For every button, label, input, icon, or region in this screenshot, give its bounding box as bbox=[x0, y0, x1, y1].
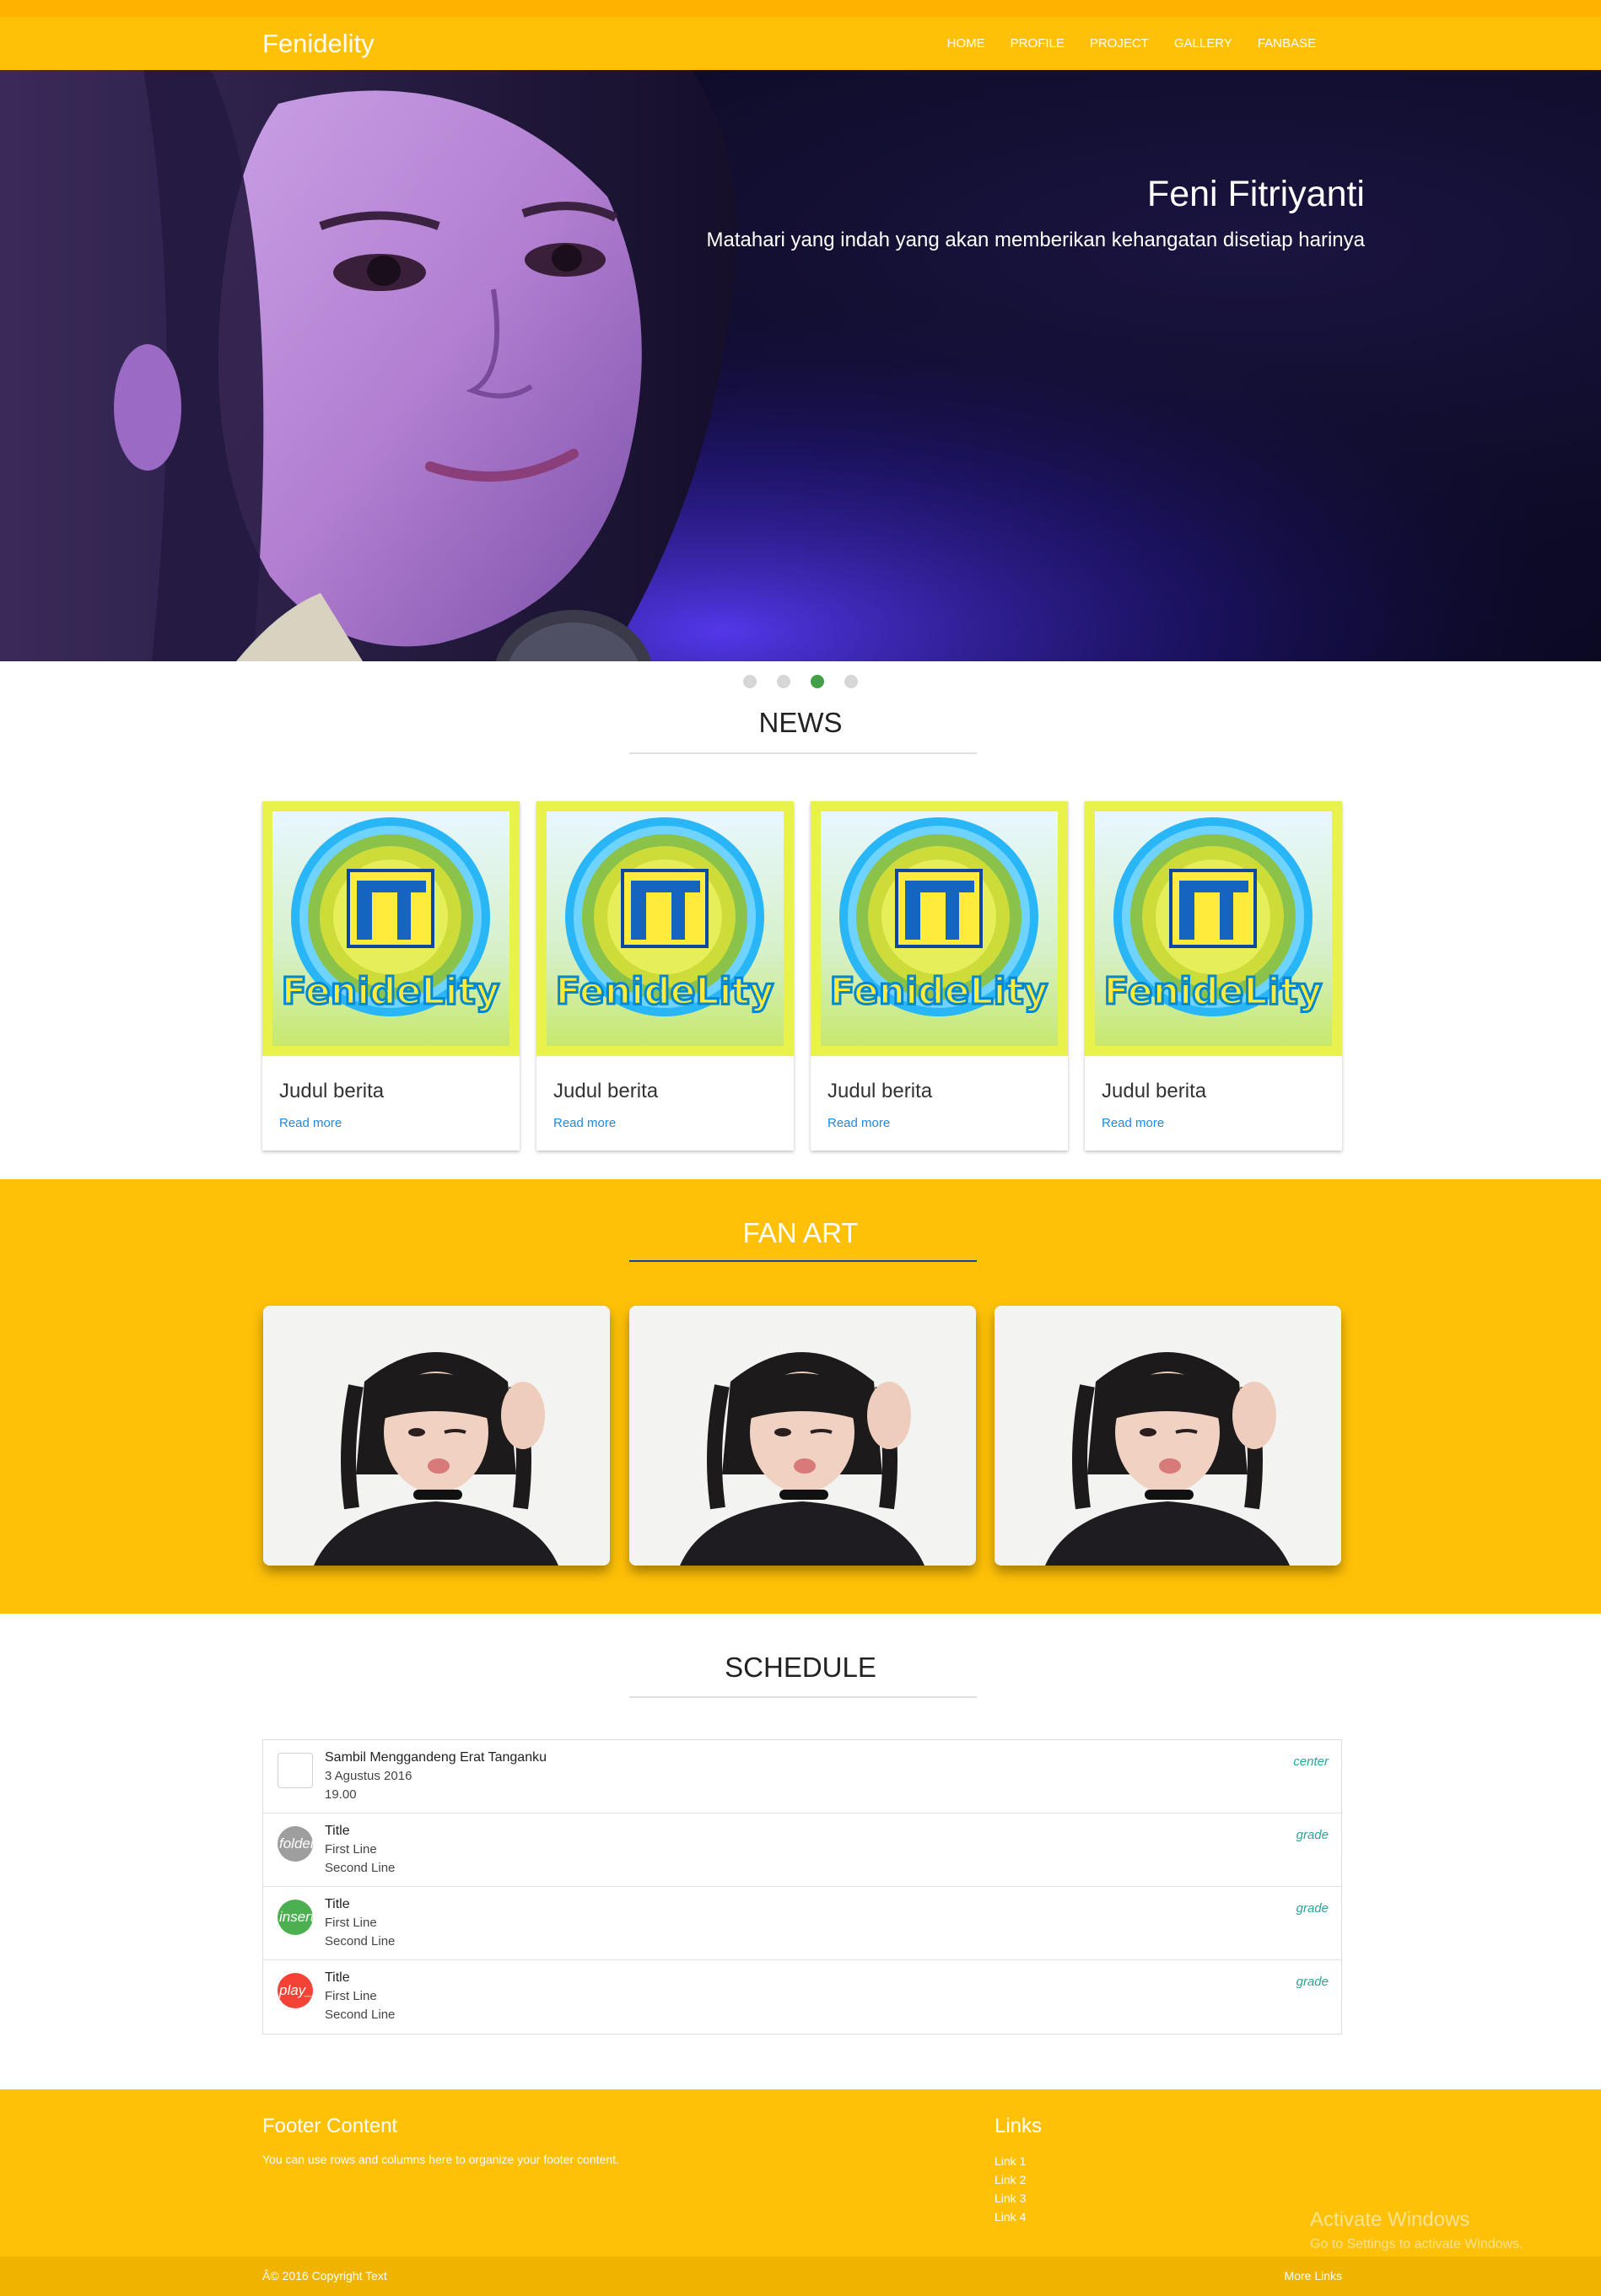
navbar: Fenidelity HOME PROFILE PROJECT GALLERY … bbox=[0, 17, 1601, 70]
news-card-title: Judul berita bbox=[553, 1080, 659, 1102]
slider-dot-1[interactable] bbox=[743, 675, 757, 688]
fanart-divider bbox=[629, 1260, 977, 1262]
footer-copyright-bar: Â© 2016 Copyright Text More Links bbox=[0, 2256, 1601, 2296]
schedule-item-title: Title bbox=[325, 1824, 350, 1838]
schedule-item-action[interactable]: grade bbox=[1296, 1975, 1329, 1989]
hero-subtitle: Matahari yang indah yang akan memberikan… bbox=[706, 229, 1365, 251]
nav-link-profile[interactable]: PROFILE bbox=[998, 35, 1077, 52]
activate-windows-watermark: Activate Windows Go to Settings to activ… bbox=[1310, 2208, 1523, 2252]
schedule-list: Sambil Menggandeng Erat Tanganku 3 Agust… bbox=[262, 1739, 1342, 2035]
schedule-item-line2: Second Line bbox=[325, 1934, 396, 1948]
schedule-item-line1: First Line bbox=[325, 1989, 377, 2003]
footer-link-3[interactable]: Link 3 bbox=[995, 2189, 1026, 2207]
svg-text:FenideLity: FenideLity bbox=[1104, 970, 1323, 1013]
schedule-item[interactable]: insert_chart Title First Line Second Lin… bbox=[263, 1887, 1341, 1960]
watermark-title: Activate Windows bbox=[1310, 2208, 1470, 2231]
schedule-item-title: Sambil Menggandeng Erat Tanganku bbox=[325, 1750, 547, 1765]
read-more-link[interactable]: Read more bbox=[827, 1116, 890, 1130]
slider-dot-3[interactable] bbox=[811, 675, 824, 688]
slider-dot-2[interactable] bbox=[777, 675, 790, 688]
schedule-item[interactable]: folder Title First Line Second Line grad… bbox=[263, 1814, 1341, 1887]
fanart-section: FAN ART bbox=[0, 1179, 1601, 1614]
news-image: FenideLity bbox=[262, 801, 520, 1056]
fanart-card[interactable] bbox=[263, 1306, 610, 1566]
news-image: FenideLity bbox=[811, 801, 1068, 1056]
news-divider bbox=[629, 752, 977, 754]
top-strip bbox=[0, 0, 1601, 17]
svg-text:FenideLity: FenideLity bbox=[282, 970, 500, 1013]
play-arrow-icon: play_arrow bbox=[278, 1973, 313, 2008]
footer-link-4[interactable]: Link 4 bbox=[995, 2207, 1026, 2226]
news-image: FenideLity bbox=[1085, 801, 1342, 1056]
read-more-link[interactable]: Read more bbox=[279, 1116, 342, 1130]
news-card[interactable]: FenideLity Judul berita Read more bbox=[1085, 801, 1342, 1151]
news-card[interactable]: FenideLity Judul berita Read more bbox=[262, 801, 520, 1151]
schedule-item-action[interactable]: grade bbox=[1296, 1828, 1329, 1842]
schedule-divider bbox=[629, 1696, 977, 1698]
fanart-photo bbox=[263, 1306, 610, 1566]
fenidelity-logo: FenideLity bbox=[1102, 817, 1323, 1016]
fanart-card[interactable] bbox=[629, 1306, 976, 1566]
schedule-item-action[interactable]: center bbox=[1293, 1754, 1329, 1769]
footer-link-1[interactable]: Link 1 bbox=[995, 2152, 1026, 2170]
news-card-title: Judul berita bbox=[827, 1080, 933, 1102]
news-card-title: Judul berita bbox=[1102, 1080, 1207, 1102]
footer-link-2[interactable]: Link 2 bbox=[995, 2170, 1026, 2189]
fenidelity-logo: FenideLity bbox=[828, 817, 1049, 1016]
fanart-photo bbox=[629, 1306, 976, 1566]
schedule-item-line1: First Line bbox=[325, 1916, 377, 1930]
nav-links: HOME PROFILE PROJECT GALLERY FANBASE bbox=[935, 35, 1329, 52]
schedule-item-line2: Second Line bbox=[325, 1861, 396, 1875]
hero-title: Feni Fitriyanti bbox=[1146, 174, 1365, 214]
hero-image bbox=[0, 70, 1601, 661]
schedule-item[interactable]: Sambil Menggandeng Erat Tanganku 3 Agust… bbox=[263, 1740, 1341, 1814]
fanart-card[interactable] bbox=[995, 1306, 1341, 1566]
nav-link-fanbase[interactable]: FANBASE bbox=[1245, 35, 1329, 52]
schedule-item-line1: First Line bbox=[325, 1842, 377, 1857]
copyright-text: Â© 2016 Copyright Text bbox=[262, 2269, 387, 2283]
watermark-subtitle: Go to Settings to activate Windows. bbox=[1310, 2237, 1523, 2251]
schedule-item[interactable]: play_arrow Title First Line Second Line … bbox=[263, 1960, 1341, 2034]
news-image: FenideLity bbox=[536, 801, 794, 1056]
broken-image-icon bbox=[278, 1753, 313, 1788]
read-more-link[interactable]: Read more bbox=[1102, 1116, 1164, 1130]
schedule-item-action[interactable]: grade bbox=[1296, 1901, 1329, 1916]
folder-icon: folder bbox=[278, 1826, 313, 1862]
footer-heading: Footer Content bbox=[262, 2115, 398, 2137]
slider-dot-4[interactable] bbox=[844, 675, 858, 688]
news-card[interactable]: FenideLity Judul berita Read more bbox=[811, 801, 1068, 1151]
footer-text: You can use rows and columns here to org… bbox=[262, 2153, 619, 2166]
read-more-link[interactable]: Read more bbox=[553, 1116, 616, 1130]
news-card-title: Judul berita bbox=[279, 1080, 385, 1102]
news-heading: NEWS bbox=[758, 707, 843, 738]
brand-logo[interactable]: Fenidelity bbox=[262, 29, 375, 59]
schedule-item-time: 19.00 bbox=[325, 1787, 357, 1802]
svg-text:FenideLity: FenideLity bbox=[830, 970, 1048, 1013]
fanart-photo bbox=[995, 1306, 1341, 1566]
schedule-item-line2: Second Line bbox=[325, 2008, 396, 2022]
schedule-item-title: Title bbox=[325, 1897, 350, 1911]
schedule-heading: SCHEDULE bbox=[725, 1652, 876, 1683]
nav-link-home[interactable]: HOME bbox=[935, 35, 998, 52]
slider-indicators bbox=[0, 675, 1601, 688]
nav-link-gallery[interactable]: GALLERY bbox=[1162, 35, 1245, 52]
schedule-item-date: 3 Agustus 2016 bbox=[325, 1769, 412, 1783]
fenidelity-logo: FenideLity bbox=[280, 817, 501, 1016]
fanart-heading: FAN ART bbox=[742, 1217, 859, 1248]
footer-links: Link 1 Link 2 Link 3 Link 4 bbox=[995, 2152, 1026, 2226]
schedule-item-title: Title bbox=[325, 1970, 350, 1985]
nav-link-project[interactable]: PROJECT bbox=[1077, 35, 1162, 52]
svg-text:FenideLity: FenideLity bbox=[556, 970, 774, 1013]
news-card[interactable]: FenideLity Judul berita Read more bbox=[536, 801, 794, 1151]
hero-slider[interactable]: Feni Fitriyanti Matahari yang indah yang… bbox=[0, 70, 1601, 661]
more-links-link[interactable]: More Links bbox=[1285, 2269, 1342, 2283]
insert-chart-icon: insert_chart bbox=[278, 1900, 313, 1935]
footer-links-heading: Links bbox=[995, 2115, 1043, 2137]
fenidelity-logo: FenideLity bbox=[554, 817, 775, 1016]
